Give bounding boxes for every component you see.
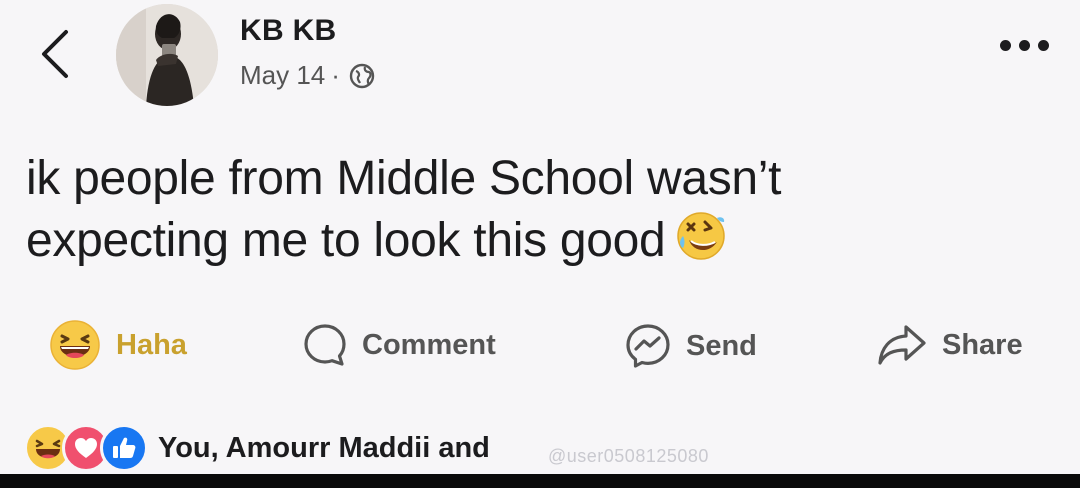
back-button[interactable] [38,28,74,80]
haha-label: Haha [116,328,187,361]
reactions-summary[interactable]: You, Amourr Maddii and [24,424,490,472]
more-horizontal-icon [1000,40,1011,51]
globe-icon [349,63,375,88]
rolling-on-floor-laughing-icon [677,212,726,260]
comment-button[interactable]: Comment [302,322,496,368]
share-button[interactable]: Share [876,322,1023,368]
comment-icon [304,324,346,366]
send-button[interactable]: Send [624,322,757,370]
post-text-line-2: expecting me to look this good [26,210,1026,272]
chevron-left-icon [42,30,68,78]
post-text: ik people from Middle School wasn’t expe… [26,148,1026,272]
share-label: Share [942,328,1023,361]
post-text-line-2-text: expecting me to look this good [26,214,666,267]
more-options-button[interactable] [1000,40,1049,51]
watermark: @user0508125080 [548,446,709,466]
bottom-edge-bar [0,474,1080,488]
post-text-line-1: ik people from Middle School wasn’t [26,152,782,205]
send-label: Send [686,329,757,362]
author-name[interactable]: KB KB [240,14,337,48]
post-meta: May 14 · [240,60,376,91]
avatar[interactable] [116,4,218,106]
share-arrow-icon [878,325,926,365]
post-date[interactable]: May 14 [240,60,325,91]
messenger-icon [626,324,670,368]
reactions-text: You, Amourr Maddii and [158,431,490,464]
like-reaction-icon [100,424,148,472]
post-actions-bar: Haha Comment Send Share [0,318,1080,374]
meta-separator: · [331,60,340,90]
comment-label: Comment [362,328,496,361]
haha-emoji-icon [50,320,100,370]
reaction-icons [24,424,148,472]
haha-reaction-button[interactable]: Haha [48,318,187,372]
